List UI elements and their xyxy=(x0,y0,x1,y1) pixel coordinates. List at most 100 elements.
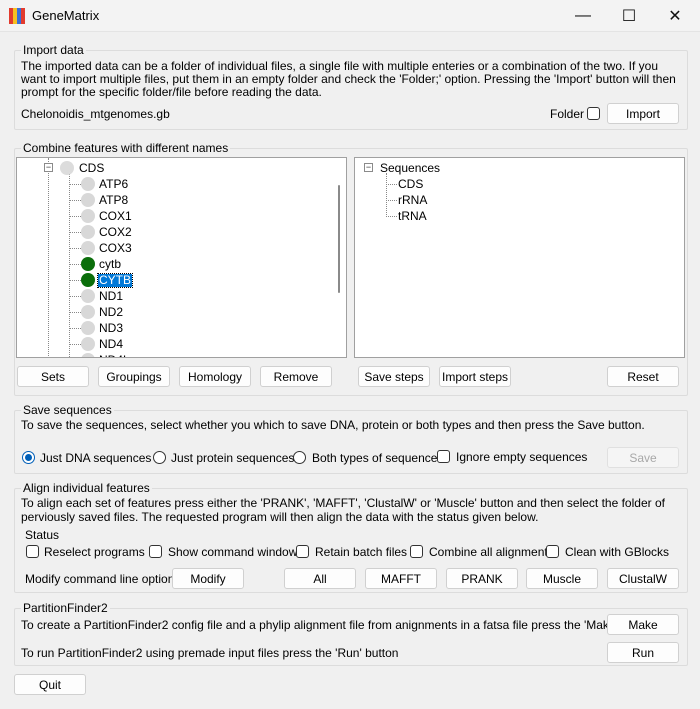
dna-radio[interactable] xyxy=(22,451,35,464)
sequences-root-label[interactable]: Sequences xyxy=(380,162,440,175)
unmatched-node-icon xyxy=(81,193,95,207)
clustalw-button[interactable]: ClustalW xyxy=(607,568,679,589)
clean-gblocks-checkbox[interactable] xyxy=(546,545,559,558)
align-description-line2: perviously saved files. The requested pr… xyxy=(21,510,539,524)
tree-root-label[interactable]: CDS xyxy=(79,162,104,175)
both-radio-label: Both types of sequence xyxy=(312,451,438,465)
dna-radio-label: Just DNA sequences xyxy=(40,451,152,465)
tree-item-cytb[interactable]: CYTB xyxy=(96,273,134,288)
tree-item-cds[interactable]: CDS xyxy=(398,178,423,191)
tree-item-nd4l[interactable]: ND4L xyxy=(99,354,130,358)
muscle-button[interactable]: Muscle xyxy=(526,568,598,589)
tree-line xyxy=(69,216,81,217)
quit-button[interactable]: Quit xyxy=(14,674,86,695)
unmatched-node-icon xyxy=(81,177,95,191)
retain-batch-files-checkbox[interactable] xyxy=(296,545,309,558)
unmatched-node-icon xyxy=(81,241,95,255)
collapse-icon[interactable]: − xyxy=(44,163,53,172)
both-radio[interactable] xyxy=(293,451,306,464)
tree-item-cox3[interactable]: COX3 xyxy=(99,242,132,255)
tree-line xyxy=(69,264,81,265)
tree-line xyxy=(386,200,397,201)
tree-line xyxy=(386,216,397,217)
mafft-button[interactable]: MAFFT xyxy=(365,568,437,589)
import-group-title: Import data xyxy=(21,43,86,57)
ignore-empty-checkbox[interactable] xyxy=(437,450,450,463)
homology-button[interactable]: Homology xyxy=(179,366,251,387)
sets-button[interactable]: Sets xyxy=(17,366,89,387)
unmatched-node-icon xyxy=(81,305,95,319)
status-label: Status xyxy=(25,528,60,542)
tree-line xyxy=(69,248,81,249)
matched-node-icon xyxy=(81,257,95,271)
folder-checkbox[interactable] xyxy=(587,107,600,120)
partition-make-text: To create a PartitionFinder2 config file… xyxy=(21,618,655,632)
features-tree[interactable]: − CDS ATP6 ATP8 COX1 COX2 COX3 cytb CYTB ND1 ND2… xyxy=(16,157,347,358)
protein-radio-label: Just protein sequences xyxy=(171,451,295,465)
tree-line xyxy=(69,232,81,233)
combine-alignments-label: Combine all alignments xyxy=(429,545,554,559)
app-logo-icon xyxy=(9,8,25,24)
tree-line xyxy=(69,280,81,281)
tree-item-nd4[interactable]: ND4 xyxy=(99,338,123,351)
tree-item-trna[interactable]: tRNA xyxy=(398,210,427,223)
folder-label: Folder xyxy=(550,107,585,121)
unmatched-node-icon xyxy=(81,337,95,351)
unmatched-node-icon xyxy=(81,321,95,335)
unmatched-node-icon xyxy=(81,209,95,223)
close-icon[interactable]: ✕ xyxy=(652,0,698,32)
tree-line xyxy=(386,173,387,217)
minimize-icon[interactable]: — xyxy=(560,0,606,32)
save-button[interactable]: Save xyxy=(607,447,679,468)
align-group-title: Align individual features xyxy=(21,481,152,495)
import-description: The imported data can be a folder of ind… xyxy=(21,59,676,99)
clean-gblocks-label: Clean with GBlocks xyxy=(565,545,670,559)
run-button[interactable]: Run xyxy=(607,642,679,663)
tree-line xyxy=(69,296,81,297)
show-command-window-label: Show command window xyxy=(168,545,298,559)
import-filename: Chelonoidis_mtgenomes.gb xyxy=(21,107,170,121)
tree-item-atp6[interactable]: ATP6 xyxy=(99,178,128,191)
tree-item-nd2[interactable]: ND2 xyxy=(99,306,123,319)
tree-item-cytb[interactable]: cytb xyxy=(99,258,121,271)
align-description-line1: To align each set of features press eith… xyxy=(21,496,665,510)
tree-item-nd3[interactable]: ND3 xyxy=(99,322,123,335)
import-steps-button[interactable]: Import steps xyxy=(439,366,511,387)
tree-line xyxy=(386,184,397,185)
modify-button[interactable]: Modify xyxy=(172,568,244,589)
tree-item-rrna[interactable]: rRNA xyxy=(398,194,427,207)
unmatched-node-icon xyxy=(81,225,95,239)
scrollbar-thumb[interactable] xyxy=(338,185,340,293)
reselect-programs-checkbox[interactable] xyxy=(26,545,39,558)
remove-button[interactable]: Remove xyxy=(260,366,332,387)
save-sequences-title: Save sequences xyxy=(21,403,114,417)
retain-batch-files-label: Retain batch files xyxy=(315,545,408,559)
collapse-icon[interactable]: − xyxy=(364,163,373,172)
sequences-tree[interactable]: − Sequences CDS rRNA tRNA xyxy=(354,157,685,358)
all-button[interactable]: All xyxy=(284,568,356,589)
import-button[interactable]: Import xyxy=(607,103,679,124)
save-sequences-description: To save the sequences, select whether yo… xyxy=(21,418,645,432)
unmatched-node-icon xyxy=(81,353,95,357)
matched-node-icon xyxy=(81,273,95,287)
window-title: GeneMatrix xyxy=(32,8,100,23)
tree-line xyxy=(69,344,81,345)
prank-button[interactable]: PRANK xyxy=(446,568,518,589)
make-button[interactable]: Make xyxy=(607,614,679,635)
tree-item-cox2[interactable]: COX2 xyxy=(99,226,132,239)
protein-radio[interactable] xyxy=(153,451,166,464)
tree-line xyxy=(69,328,81,329)
maximize-icon[interactable]: ☐ xyxy=(606,0,652,32)
save-steps-button[interactable]: Save steps xyxy=(358,366,430,387)
tree-item-nd1[interactable]: ND1 xyxy=(99,290,123,303)
title-bar: GeneMatrix — ☐ ✕ xyxy=(0,0,700,32)
tree-line xyxy=(69,312,81,313)
tree-item-atp8[interactable]: ATP8 xyxy=(99,194,128,207)
tree-item-cox1[interactable]: COX1 xyxy=(99,210,132,223)
groupings-button[interactable]: Groupings xyxy=(98,366,170,387)
tree-line xyxy=(69,200,81,201)
reset-button[interactable]: Reset xyxy=(607,366,679,387)
cds-node-icon xyxy=(60,161,74,175)
combine-alignments-checkbox[interactable] xyxy=(410,545,423,558)
show-command-window-checkbox[interactable] xyxy=(149,545,162,558)
